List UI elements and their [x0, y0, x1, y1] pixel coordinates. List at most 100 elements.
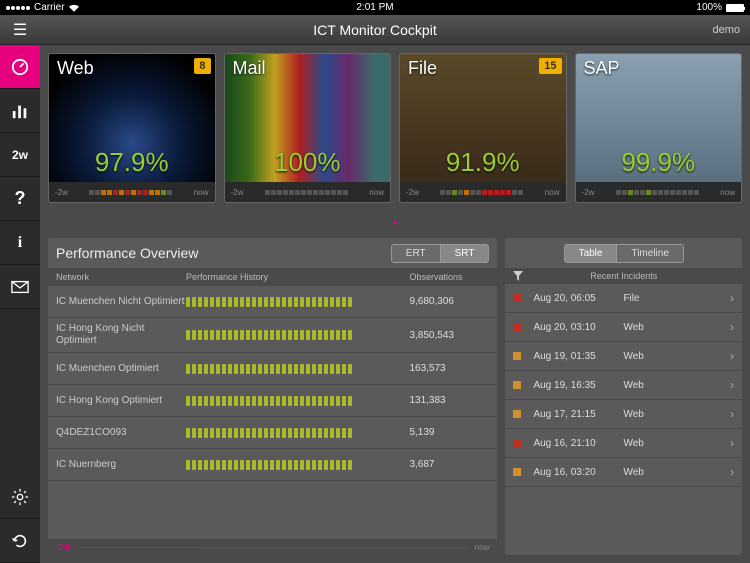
perf-bars — [186, 396, 409, 406]
severity-icon — [513, 294, 521, 302]
network-name: IC Muenchen Optimiert — [56, 363, 186, 375]
tile-title: Mail — [233, 58, 383, 79]
incidents-panel: Table Timeline Recent Incidents Aug 20, … — [505, 238, 742, 555]
perf-bars — [186, 364, 409, 374]
incident-type: Web — [623, 467, 730, 478]
performance-overview-panel: Performance Overview ERT SRT Network Per… — [48, 238, 497, 555]
observations-count: 131,383 — [409, 395, 489, 406]
battery-icon — [726, 4, 744, 12]
filter-icon[interactable] — [513, 271, 523, 281]
sidebar-period[interactable]: 2w — [0, 133, 40, 177]
network-name: IC Nuernberg — [56, 459, 186, 471]
incident-row[interactable]: Aug 16, 21:10Web› — [505, 429, 742, 458]
table-row[interactable]: Q4DEZ1CO093 5,139 — [48, 417, 497, 449]
heat-strip — [440, 190, 523, 195]
heat-strip — [89, 190, 172, 195]
envelope-icon — [11, 278, 29, 296]
sidebar-info[interactable]: i — [0, 221, 40, 265]
incident-row[interactable]: Aug 20, 06:05File› — [505, 284, 742, 313]
chevron-right-icon: › — [730, 378, 734, 392]
observations-count: 3,850,543 — [409, 330, 489, 341]
table-row[interactable]: IC Nuernberg3,687 — [48, 449, 497, 481]
incident-row[interactable]: Aug 19, 16:35Web› — [505, 371, 742, 400]
bar-chart-icon — [11, 102, 29, 120]
tile-web[interactable]: Web 8 97.9% -2w now — [48, 53, 216, 203]
sidebar-mail[interactable] — [0, 265, 40, 309]
refresh-icon — [11, 532, 29, 550]
incident-row[interactable]: Aug 16, 03:20Web› — [505, 458, 742, 487]
perf-bars — [186, 297, 409, 307]
availability-pct: 99.9% — [621, 147, 695, 178]
chevron-right-icon: › — [730, 407, 734, 421]
chevron-right-icon: › — [730, 465, 734, 479]
incident-time: Aug 16, 21:10 — [533, 438, 623, 449]
heat-strip — [616, 190, 699, 195]
severity-icon — [513, 381, 521, 389]
table-header: Network Performance History Observations — [48, 268, 497, 286]
alert-badge: 8 — [194, 58, 210, 74]
wifi-icon — [69, 4, 79, 12]
tile-mail[interactable]: Mail 100% -2w now — [224, 53, 392, 203]
sidebar: 2w ? i — [0, 45, 40, 563]
tile-title: SAP — [584, 58, 734, 79]
table-row[interactable]: IC Muenchen Nicht Optimiert 9,680,306 — [48, 286, 497, 318]
incident-row[interactable]: Aug 17, 21:15Web› — [505, 400, 742, 429]
table-row[interactable]: IC Hong Kong Optimiert 131,383 — [48, 385, 497, 417]
page-title: ICT Monitor Cockpit — [313, 22, 436, 38]
srt-button[interactable]: SRT — [440, 245, 489, 262]
sidebar-help[interactable]: ? — [0, 177, 40, 221]
incident-type: Web — [623, 438, 730, 449]
network-name: Q4DEZ1CO093 — [56, 427, 186, 439]
timeline-tab[interactable]: Timeline — [616, 245, 682, 262]
perf-bars — [186, 428, 409, 438]
incident-time: Aug 17, 21:15 — [533, 409, 623, 420]
service-tiles: Web 8 97.9% -2w now Mail 100% — [48, 53, 742, 203]
table-tab[interactable]: Table — [565, 245, 617, 262]
observations-count: 163,573 — [409, 363, 489, 374]
table-row[interactable]: IC Muenchen Optimiert 163,573 — [48, 353, 497, 385]
incident-time: Aug 20, 06:05 — [533, 293, 623, 304]
menu-button[interactable]: ☰ — [0, 20, 40, 40]
incidents-header: Recent Incidents — [505, 268, 742, 284]
incident-time: Aug 16, 03:20 — [533, 467, 623, 478]
chevron-right-icon: › — [730, 320, 734, 334]
incident-type: Web — [623, 380, 730, 391]
availability-pct: 91.9% — [446, 147, 520, 178]
availability-pct: 97.9% — [95, 147, 169, 178]
sidebar-settings[interactable] — [0, 475, 40, 519]
gear-icon — [11, 488, 29, 506]
observations-count: 9,680,306 — [409, 296, 489, 307]
tile-file[interactable]: File 15 91.9% -2w now — [399, 53, 567, 203]
chevron-right-icon: › — [730, 349, 734, 363]
perf-bars — [186, 330, 409, 340]
sidebar-refresh[interactable] — [0, 519, 40, 563]
heat-strip — [265, 190, 348, 195]
table-row[interactable]: IC Hong Kong Nicht Optimiert 3,850,543 — [48, 318, 497, 353]
incident-time: Aug 20, 03:10 — [533, 322, 623, 333]
severity-icon — [513, 410, 521, 418]
incident-row[interactable]: Aug 19, 01:35Web› — [505, 342, 742, 371]
incident-type: Web — [623, 322, 730, 333]
observations-count: 5,139 — [409, 427, 489, 438]
clock: 2:01 PM — [356, 2, 393, 13]
time-axis: -24h now — [48, 539, 497, 555]
network-name: IC Hong Kong Nicht Optimiert — [56, 323, 186, 347]
carrier-label: Carrier — [34, 2, 65, 13]
page-indicator: ● — [48, 211, 742, 230]
network-name: IC Muenchen Nicht Optimiert — [56, 296, 186, 308]
chevron-right-icon: › — [730, 291, 734, 305]
ert-button[interactable]: ERT — [392, 245, 440, 262]
tile-sap[interactable]: SAP 99.9% -2w now — [575, 53, 743, 203]
incident-type: Web — [623, 409, 730, 420]
availability-pct: 100% — [274, 147, 341, 178]
network-name: IC Hong Kong Optimiert — [56, 395, 186, 407]
gauge-icon — [11, 58, 29, 76]
incident-time: Aug 19, 16:35 — [533, 380, 623, 391]
sidebar-stats[interactable] — [0, 89, 40, 133]
battery-pct: 100% — [696, 2, 722, 13]
tile-title: Web — [57, 58, 207, 79]
sidebar-dashboard[interactable] — [0, 45, 40, 89]
user-label[interactable]: demo — [712, 24, 740, 36]
ert-srt-toggle: ERT SRT — [391, 244, 490, 263]
incident-row[interactable]: Aug 20, 03:10Web› — [505, 313, 742, 342]
